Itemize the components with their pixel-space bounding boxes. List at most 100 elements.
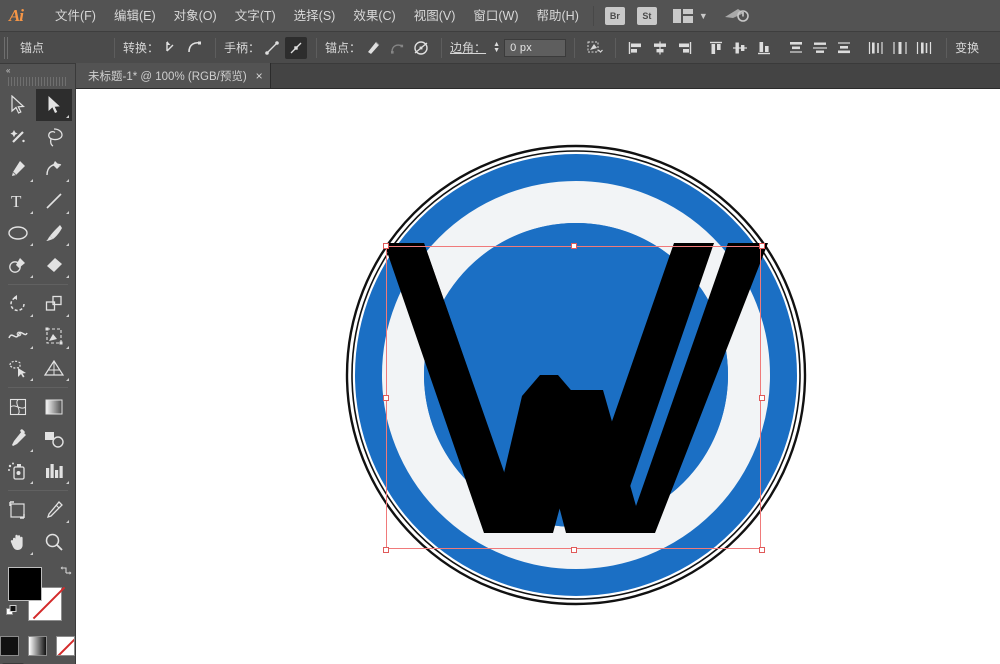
distribute-vertical-center-icon[interactable] <box>809 37 831 59</box>
corner-input[interactable]: 0 px <box>504 39 566 57</box>
illustrator-window: Ai 文件(F) 编辑(E) 对象(O) 文字(T) 选择(S) 效果(C) 视… <box>0 0 1000 664</box>
convert-to-corner-icon[interactable] <box>160 37 182 59</box>
tools-panel-grip[interactable] <box>8 77 67 86</box>
bridge-button[interactable]: Br <box>605 7 625 25</box>
zoom-tool[interactable] <box>36 526 72 558</box>
swap-fill-stroke-icon[interactable] <box>60 564 72 576</box>
control-bar-title: 锚点 <box>20 39 106 56</box>
connect-anchor-icon[interactable] <box>386 37 408 59</box>
transform-label[interactable]: 变换 <box>955 39 979 56</box>
menu-bar: Ai 文件(F) 编辑(E) 对象(O) 文字(T) 选择(S) 效果(C) 视… <box>0 0 1000 32</box>
menu-view[interactable]: 视图(V) <box>405 0 465 32</box>
menu-help[interactable]: 帮助(H) <box>528 0 588 32</box>
none-mode-button[interactable] <box>56 636 75 656</box>
artboard-tool[interactable] <box>0 494 36 526</box>
anchor-label: 锚点： <box>325 39 361 56</box>
line-segment-tool[interactable] <box>36 185 72 217</box>
distribute-horizontal-center-icon[interactable] <box>889 37 911 59</box>
convert-to-smooth-icon[interactable] <box>184 37 206 59</box>
handle-label: 手柄： <box>224 39 260 56</box>
collapse-label: « <box>6 66 10 75</box>
app-logo: Ai <box>0 0 32 32</box>
corner-label[interactable]: 边角： <box>450 39 486 56</box>
symbol-sprayer-tool[interactable] <box>0 455 36 487</box>
gradient-tool[interactable] <box>36 391 72 423</box>
pen-tool[interactable] <box>0 153 36 185</box>
eraser-tool[interactable] <box>36 249 72 281</box>
rotate-tool[interactable] <box>0 288 36 320</box>
magic-wand-tool[interactable] <box>0 121 36 153</box>
align-vertical-center-icon[interactable] <box>729 37 751 59</box>
type-tool[interactable]: T <box>0 185 36 217</box>
width-tool[interactable] <box>0 320 36 352</box>
w-logo-artwork[interactable] <box>344 143 808 607</box>
collapse-panel-icon[interactable]: « <box>0 64 75 76</box>
ellipse-tool[interactable] <box>0 217 36 249</box>
eyedropper-tool[interactable] <box>0 423 36 455</box>
align-left-icon[interactable] <box>625 37 647 59</box>
align-horizontal-center-icon[interactable] <box>649 37 671 59</box>
curvature-tool[interactable] <box>36 153 72 185</box>
document-tab-bar: 未标题-1* @ 100% (RGB/预览) × <box>76 64 1000 89</box>
document-tab-label: 未标题-1* @ 100% (RGB/预览) <box>88 68 247 84</box>
cut-path-icon[interactable] <box>410 37 432 59</box>
lasso-tool[interactable] <box>36 121 72 153</box>
corner-stepper[interactable]: ▲▼ <box>491 39 502 57</box>
align-object-group <box>624 37 696 59</box>
show-handles-icon[interactable] <box>261 37 283 59</box>
gradient-mode-button[interactable] <box>28 636 47 656</box>
column-graph-tool[interactable] <box>36 455 72 487</box>
document-tab[interactable]: 未标题-1* @ 100% (RGB/预览) × <box>76 63 271 88</box>
distribute-top-icon[interactable] <box>785 37 807 59</box>
stock-button[interactable]: St <box>637 7 657 25</box>
blend-tool[interactable] <box>36 423 72 455</box>
color-mode-button[interactable] <box>0 636 19 656</box>
control-bar: 锚点 转换： 手柄： 锚点： 边角： ▲▼ <box>0 32 1000 64</box>
align-right-icon[interactable] <box>673 37 695 59</box>
align-vertical-group <box>704 37 776 59</box>
menu-window[interactable]: 窗口(W) <box>464 0 527 32</box>
tool-grid: T <box>0 89 76 558</box>
menu-type[interactable]: 文字(T) <box>226 0 285 32</box>
default-fill-stroke-icon[interactable] <box>6 605 19 618</box>
paintbrush-tool[interactable] <box>36 217 72 249</box>
distribute-vertical-group <box>784 37 856 59</box>
remove-anchor-icon[interactable] <box>362 37 384 59</box>
close-icon[interactable]: × <box>256 71 263 81</box>
distribute-horizontal-group <box>864 37 936 59</box>
distribute-bottom-icon[interactable] <box>833 37 855 59</box>
workspace-layout-icon[interactable] <box>673 9 693 23</box>
distribute-left-icon[interactable] <box>865 37 887 59</box>
hide-handles-icon[interactable] <box>285 37 307 59</box>
shaper-tool[interactable] <box>0 249 36 281</box>
selection-tool[interactable] <box>0 89 36 121</box>
menubar-divider <box>593 6 594 26</box>
align-bottom-icon[interactable] <box>753 37 775 59</box>
menu-effect[interactable]: 效果(C) <box>344 0 404 32</box>
scale-tool[interactable] <box>36 288 72 320</box>
free-transform-tool[interactable] <box>36 320 72 352</box>
menu-edit[interactable]: 编辑(E) <box>105 0 165 32</box>
control-bar-grip[interactable] <box>4 37 10 59</box>
menu-select[interactable]: 选择(S) <box>285 0 345 32</box>
hand-tool[interactable] <box>0 526 36 558</box>
document-canvas[interactable] <box>76 89 1000 664</box>
menu-object[interactable]: 对象(O) <box>165 0 226 32</box>
chevron-down-icon[interactable]: ▼ <box>699 11 708 21</box>
direct-selection-tool[interactable] <box>36 89 72 121</box>
mesh-tool[interactable] <box>0 391 36 423</box>
isolate-selected-icon[interactable] <box>584 37 606 59</box>
fill-swatch[interactable] <box>8 567 42 601</box>
distribute-right-icon[interactable] <box>913 37 935 59</box>
menu-file[interactable]: 文件(F) <box>46 0 105 32</box>
cloud-sync-icon[interactable] <box>724 6 750 25</box>
shape-builder-tool[interactable] <box>0 352 36 384</box>
tools-panel: « <box>0 64 76 664</box>
tool-divider-3 <box>8 490 68 491</box>
perspective-grid-tool[interactable] <box>36 352 72 384</box>
align-top-icon[interactable] <box>705 37 727 59</box>
tool-divider <box>8 284 68 285</box>
color-mode-row <box>0 636 75 656</box>
fill-stroke-swatches <box>0 562 76 632</box>
slice-tool[interactable] <box>36 494 72 526</box>
